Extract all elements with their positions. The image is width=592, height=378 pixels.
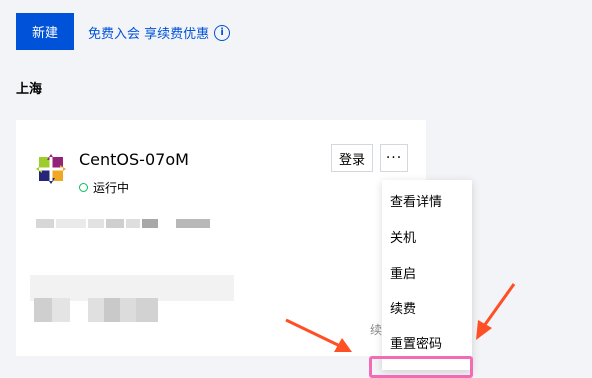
redacted-ip bbox=[36, 219, 54, 228]
menu-item-view-details[interactable]: 查看详情 bbox=[390, 191, 442, 210]
annotation-arrow-icon bbox=[476, 283, 516, 340]
promo-label: 免费入会 享续费优惠 bbox=[88, 27, 210, 42]
redacted-region bbox=[136, 298, 158, 322]
instance-name[interactable]: CentOS-07oM bbox=[79, 150, 189, 169]
member-promo-link[interactable]: 免费入会 享续费优惠 i bbox=[88, 23, 231, 42]
annotation-arrow-icon bbox=[285, 318, 352, 352]
more-actions-menu: 查看详情 关机 重启 续费 重置密码 bbox=[382, 180, 472, 370]
more-actions-button[interactable]: ··· bbox=[380, 144, 408, 172]
redacted-ip bbox=[56, 219, 86, 228]
redacted-ip bbox=[142, 219, 158, 228]
new-button[interactable]: 新建 bbox=[16, 13, 74, 50]
centos-logo-icon bbox=[36, 154, 66, 184]
menu-item-shutdown[interactable]: 关机 bbox=[390, 227, 416, 246]
redacted-region bbox=[104, 298, 120, 322]
info-icon[interactable]: i bbox=[214, 24, 231, 41]
redacted-region bbox=[34, 298, 52, 322]
renew-text[interactable]: 续 bbox=[370, 321, 382, 338]
instance-card: CentOS-07oM 运行中 登录 ··· 续 bbox=[16, 120, 426, 356]
login-button[interactable]: 登录 bbox=[331, 144, 373, 172]
redacted-ip bbox=[88, 219, 104, 228]
redacted-ip bbox=[106, 219, 124, 228]
highlight-box bbox=[369, 356, 473, 378]
redacted-region bbox=[120, 298, 136, 322]
redacted-region bbox=[88, 298, 104, 322]
menu-item-restart[interactable]: 重启 bbox=[390, 263, 416, 282]
redacted-ip bbox=[176, 219, 210, 228]
menu-item-reset-password[interactable]: 重置密码 bbox=[390, 333, 442, 352]
redacted-region bbox=[52, 298, 70, 322]
menu-item-renew[interactable]: 续费 bbox=[390, 298, 416, 317]
region-heading: 上海 bbox=[16, 82, 43, 97]
instance-status: 运行中 bbox=[79, 179, 129, 196]
running-status-icon bbox=[79, 183, 88, 192]
status-label: 运行中 bbox=[93, 181, 130, 195]
redacted-ip bbox=[126, 219, 140, 228]
